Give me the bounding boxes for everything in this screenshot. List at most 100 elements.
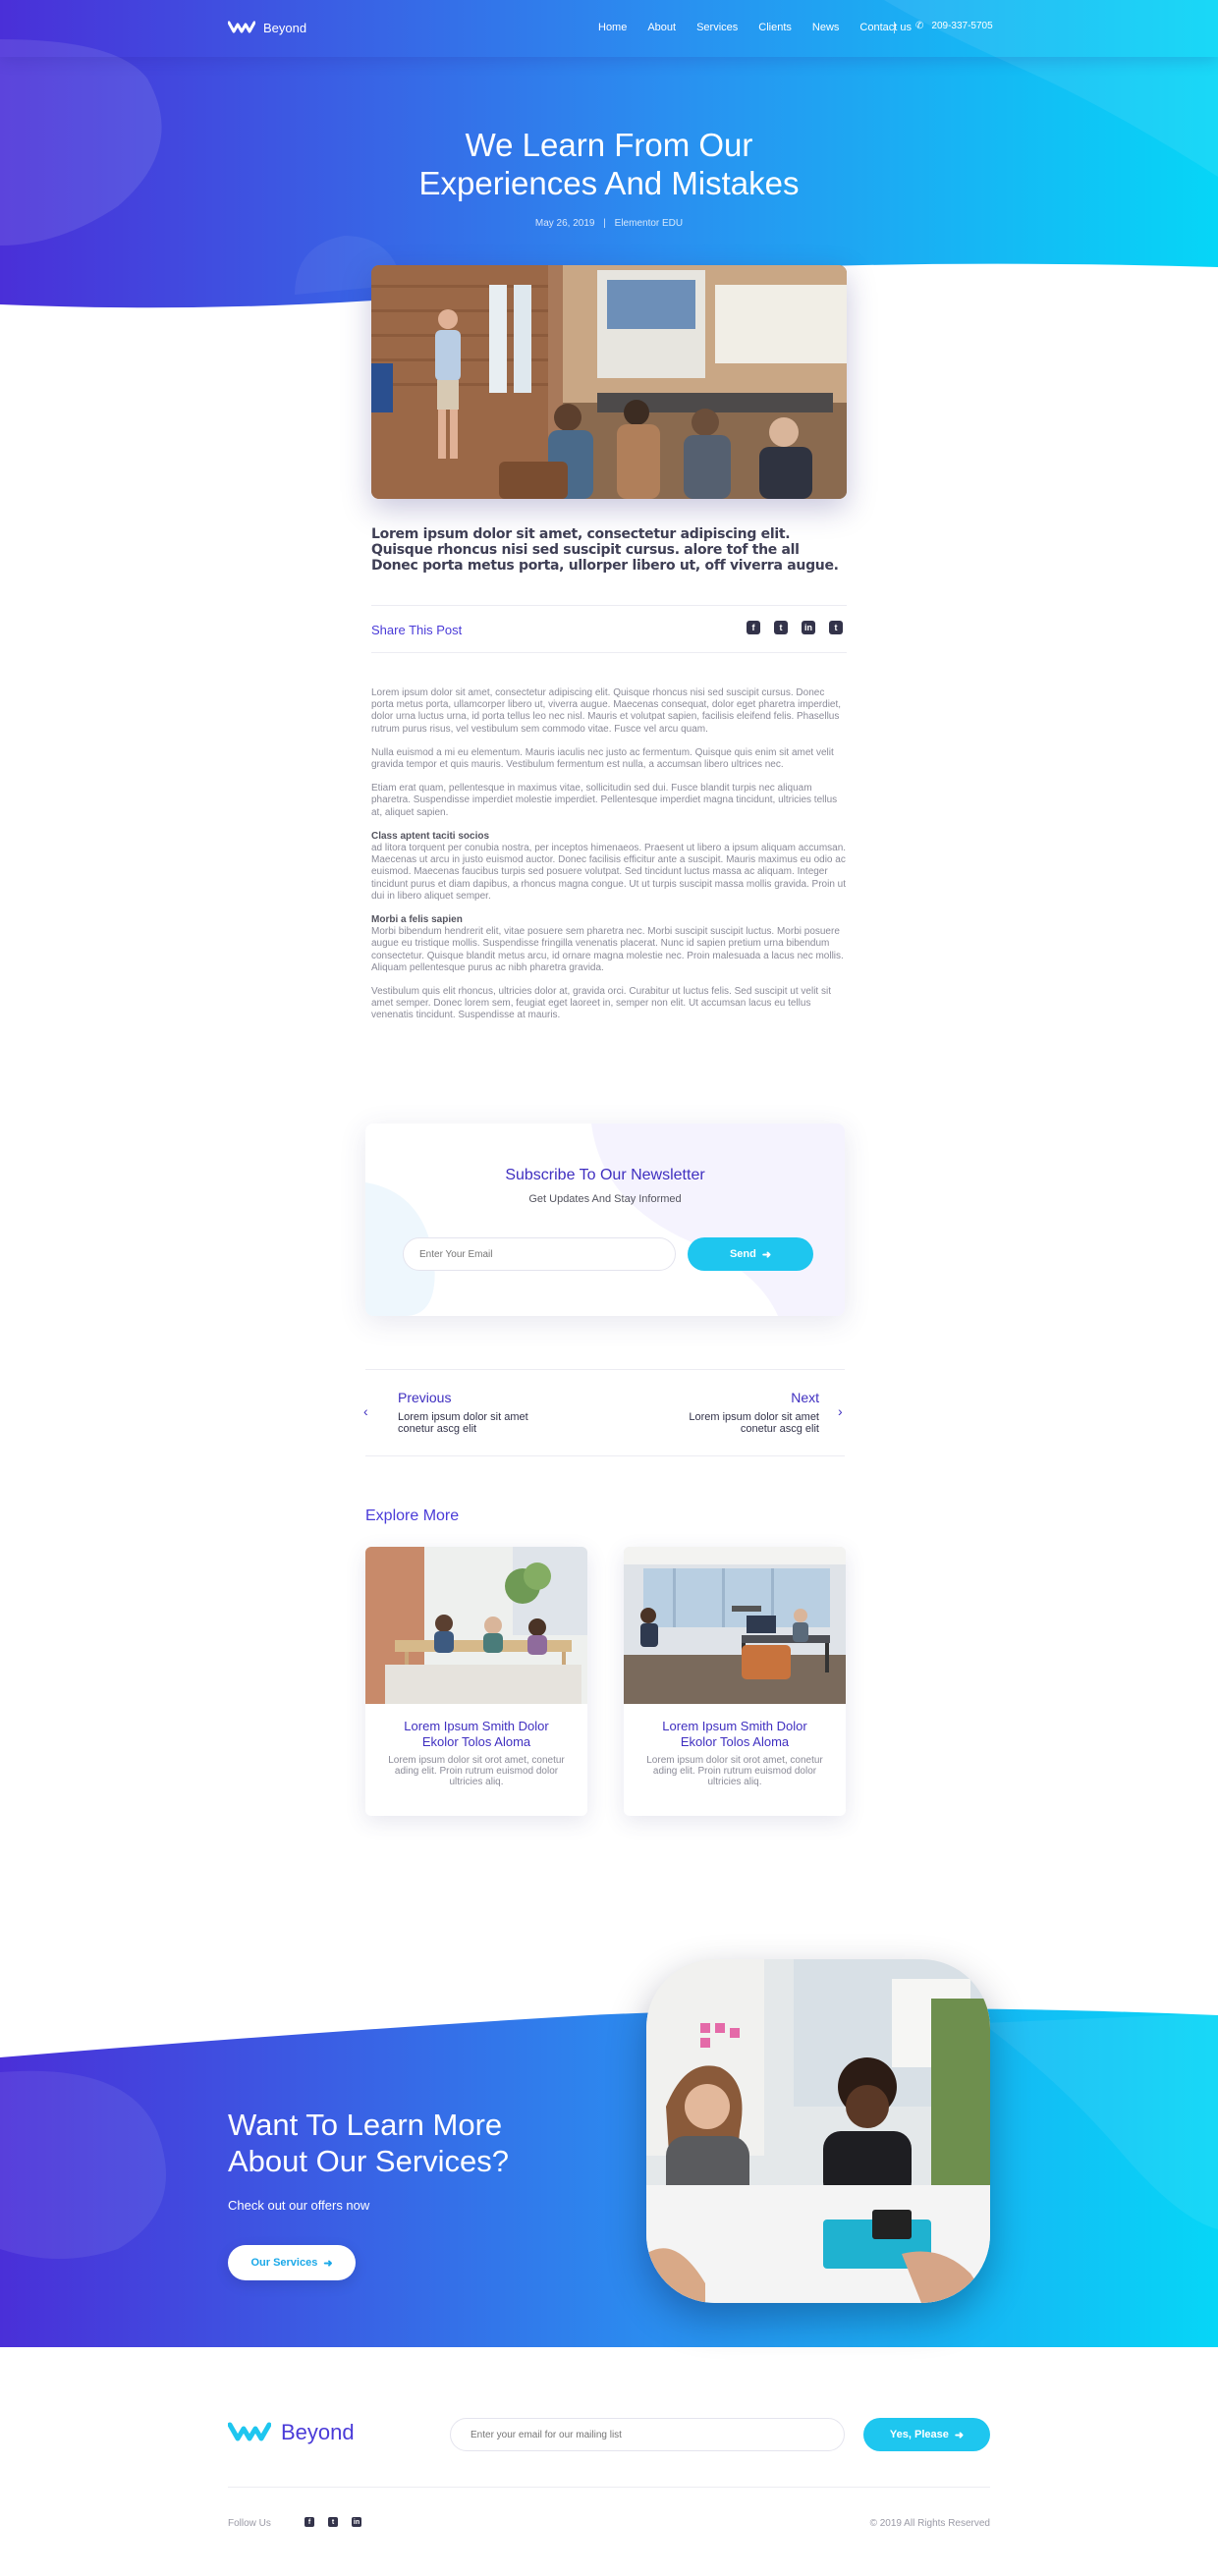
- card-image: [624, 1547, 846, 1704]
- post-nav-divider-top: [365, 1369, 845, 1370]
- article-paragraph: Nulla euismod a mi eu elementum. Mauris …: [371, 746, 834, 771]
- footer-logo[interactable]: Beyond: [228, 2420, 355, 2445]
- next-post-title-line-1: Lorem ipsum dolor sit amet: [689, 1411, 819, 1423]
- mailing-list-input[interactable]: [450, 2418, 845, 2451]
- nav-item-home[interactable]: Home: [598, 22, 627, 33]
- post-date: May 26, 2019: [534, 218, 595, 229]
- featured-image: [371, 265, 847, 499]
- card-image: [365, 1547, 587, 1704]
- previous-post-title-line-2: conetur ascg elit: [398, 1423, 477, 1435]
- article-lead: Lorem ipsum dolor sit amet, consectetur …: [371, 526, 839, 574]
- cta-subtitle: Check out our offers now: [228, 2198, 370, 2213]
- mailing-list-submit-label: Yes, Please: [889, 2429, 949, 2440]
- facebook-icon[interactable]: f: [747, 621, 760, 634]
- next-post-label[interactable]: Next: [721, 1390, 819, 1405]
- nav-item-contact[interactable]: Contact us: [859, 22, 912, 33]
- next-post-title[interactable]: Lorem ipsum dolor sit amet conetur ascg …: [623, 1411, 819, 1435]
- nav-item-clients[interactable]: Clients: [758, 22, 792, 33]
- facebook-icon[interactable]: f: [304, 2517, 314, 2527]
- main-nav: Home About Services Clients News Contact…: [598, 22, 932, 33]
- footer-brand-name: Beyond: [281, 2420, 355, 2444]
- chevron-left-icon[interactable]: ‹: [363, 1403, 368, 1419]
- page-title-line-2: Experiences And Mistakes: [418, 165, 800, 201]
- explore-more-heading: Explore More: [365, 1507, 460, 1524]
- footer-social-icons: f t in: [304, 2517, 361, 2527]
- article-paragraph: ad litora torquent per conubia nostra, p…: [371, 843, 847, 902]
- twitter-icon[interactable]: t: [328, 2517, 338, 2527]
- brand-logo[interactable]: Beyond: [228, 20, 306, 35]
- previous-post-title[interactable]: Lorem ipsum dolor sit amet conetur ascg …: [398, 1411, 594, 1435]
- post-meta: May 26, 2019 | Elementor EDU: [314, 218, 904, 229]
- top-navigation-bar: Beyond Home About Services Clients News …: [0, 0, 1218, 57]
- article-body: Lorem ipsum dolor sit amet, consectetur …: [371, 687, 847, 1034]
- newsletter-send-label: Send: [729, 1248, 756, 1260]
- brand-logo-icon: [228, 21, 255, 33]
- featured-image-illustration: [371, 265, 847, 499]
- post-nav-divider-bottom: [365, 1455, 845, 1456]
- brand-name: Beyond: [263, 20, 307, 35]
- meta-separator: |: [603, 218, 606, 229]
- card-title-line-2: Ekolor Tolos Aloma: [421, 1734, 531, 1749]
- nav-item-services[interactable]: Services: [696, 22, 738, 33]
- card-title: Lorem Ipsum Smith Dolor Ekolor Tolos Alo…: [634, 1719, 836, 1750]
- previous-post-label[interactable]: Previous: [398, 1390, 451, 1405]
- cta-image-illustration: [646, 1959, 990, 2303]
- phone-link[interactable]: ✆ 209-337-5705: [915, 21, 993, 31]
- card-title: Lorem Ipsum Smith Dolor Ekolor Tolos Alo…: [375, 1719, 578, 1750]
- arrow-right-icon: ➜: [761, 1248, 772, 1261]
- card-title-line-2: Ekolor Tolos Aloma: [680, 1734, 790, 1749]
- arrow-right-icon: ➜: [954, 2429, 965, 2441]
- nav-divider: [894, 22, 895, 33]
- divider-top: [371, 605, 847, 606]
- divider-bottom: [371, 652, 847, 653]
- twitter-icon[interactable]: t: [829, 621, 843, 634]
- newsletter-email-input[interactable]: [403, 1237, 676, 1271]
- twitter-icon[interactable]: t: [774, 621, 788, 634]
- cta-image: [646, 1959, 990, 2303]
- newsletter-title: Subscribe To Our Newsletter: [505, 1167, 705, 1183]
- share-icons: f t in t: [747, 621, 843, 634]
- newsletter-send-button[interactable]: Send ➜: [688, 1237, 813, 1271]
- page-title-line-1: We Learn From Our: [465, 127, 753, 163]
- copyright-text: © 2019 All Rights Reserved: [869, 2518, 990, 2529]
- nav-item-about[interactable]: About: [647, 22, 676, 33]
- newsletter-subtitle: Get Updates And Stay Informed: [528, 1193, 682, 1205]
- our-services-label: Our Services: [250, 2257, 318, 2269]
- follow-us-label: Follow Us: [228, 2518, 271, 2529]
- previous-post-title-line-1: Lorem ipsum dolor sit amet: [398, 1411, 528, 1423]
- cta-background: [0, 2008, 1218, 2347]
- arrow-right-icon: ➜: [323, 2257, 333, 2270]
- mailing-list-submit-button[interactable]: Yes, Please ➜: [863, 2418, 990, 2451]
- article-section: Morbi a felis sapien Morbi bibendum hend…: [371, 914, 847, 974]
- our-services-button[interactable]: Our Services ➜: [228, 2245, 356, 2280]
- article-paragraph: Lorem ipsum dolor sit amet, consectetur …: [371, 687, 842, 735]
- card-excerpt: Lorem ipsum dolor sit orot amet, conetur…: [388, 1755, 565, 1787]
- footer-divider: [228, 2487, 990, 2488]
- share-label: Share This Post: [371, 623, 463, 637]
- article-paragraph: Vestibulum quis elit rhoncus, ultricies …: [371, 986, 831, 1021]
- card-title-line-1: Lorem Ipsum Smith Dolor: [662, 1719, 807, 1733]
- article-paragraph: Etiam erat quam, pellentesque in maximus…: [371, 783, 838, 818]
- cta-title-line-2: About Our Services?: [228, 2144, 510, 2178]
- linkedin-icon[interactable]: in: [802, 621, 815, 634]
- card-title-line-1: Lorem Ipsum Smith Dolor: [404, 1719, 549, 1733]
- newsletter-box: Subscribe To Our Newsletter Get Updates …: [365, 1124, 845, 1316]
- phone-icon: ✆: [915, 21, 924, 31]
- cta-title: Want To Learn More About Our Services?: [228, 2107, 601, 2179]
- linkedin-icon[interactable]: in: [352, 2517, 361, 2527]
- page-title: We Learn From Our Experiences And Mistak…: [314, 126, 904, 202]
- post-author[interactable]: Elementor EDU: [615, 218, 683, 229]
- cta-title-line-1: Want To Learn More: [228, 2108, 503, 2142]
- page: Beyond Home About Services Clients News …: [0, 0, 1218, 2576]
- phone-number: 209-337-5705: [931, 21, 993, 31]
- nav-item-news[interactable]: News: [812, 22, 840, 33]
- brand-logo-icon: [228, 2422, 271, 2441]
- explore-card[interactable]: Lorem Ipsum Smith Dolor Ekolor Tolos Alo…: [624, 1547, 846, 1816]
- article-subheading: Morbi a felis sapien: [371, 914, 463, 926]
- card-excerpt: Lorem ipsum dolor sit orot amet, conetur…: [646, 1755, 823, 1787]
- article-paragraph: Morbi bibendum hendrerit elit, vitae pos…: [371, 926, 844, 973]
- next-post-title-line-2: conetur ascg elit: [740, 1423, 819, 1435]
- explore-card[interactable]: Lorem Ipsum Smith Dolor Ekolor Tolos Alo…: [365, 1547, 587, 1816]
- chevron-right-icon[interactable]: ›: [838, 1403, 843, 1419]
- newsletter-background-shapes: [365, 1124, 845, 1316]
